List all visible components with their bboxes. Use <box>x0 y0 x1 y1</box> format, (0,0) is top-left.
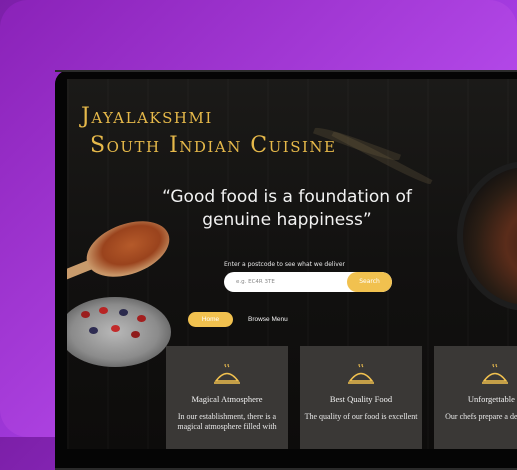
postcode-search-bar: Search <box>224 272 392 292</box>
feature-card: Best Quality Food The quality of our foo… <box>300 346 422 449</box>
berry-decoration <box>131 331 140 338</box>
feature-card: Unforgettable T Our chefs prepare a deli… <box>434 346 517 449</box>
berry-decoration <box>111 325 120 332</box>
feature-card: Magical Atmosphere In our establishment,… <box>166 346 288 449</box>
postcode-label: Enter a postcode to see what we deliver <box>224 261 345 268</box>
cloche-icon <box>348 364 374 384</box>
feature-title: Best Quality Food <box>329 394 393 404</box>
berry-decoration <box>137 315 146 322</box>
berry-decoration <box>81 311 90 318</box>
berry-decoration <box>119 309 128 316</box>
website-screen: Jayalakshmi South Indian Cuisine “Good f… <box>67 79 517 449</box>
brand-line-1: Jayalakshmi <box>81 104 213 129</box>
feature-title: Magical Atmosphere <box>191 394 263 404</box>
feature-title: Unforgettable T <box>467 394 517 404</box>
home-button[interactable]: Home <box>188 312 233 327</box>
berry-decoration <box>89 327 98 334</box>
hero-quote: “Good food is a foundation of genuine ha… <box>162 187 412 230</box>
brand-line-2: South Indian Cuisine <box>90 132 337 158</box>
cloche-icon <box>214 364 240 384</box>
search-button[interactable]: Search <box>347 272 392 292</box>
restaurant-logo[interactable]: Jayalakshmi South Indian Cuisine <box>81 103 336 160</box>
laptop-bezel-edge <box>55 70 517 72</box>
cloche-icon <box>482 364 508 384</box>
postcode-input[interactable] <box>224 272 356 292</box>
browse-menu-link[interactable]: Browse Menu <box>248 312 288 327</box>
berry-decoration <box>99 307 108 314</box>
feature-description: The quality of our food is excellent <box>304 412 418 421</box>
feature-description: In our establishment, there is a magical… <box>177 412 277 431</box>
feature-description: Our chefs prepare a delicious d <box>445 412 517 421</box>
